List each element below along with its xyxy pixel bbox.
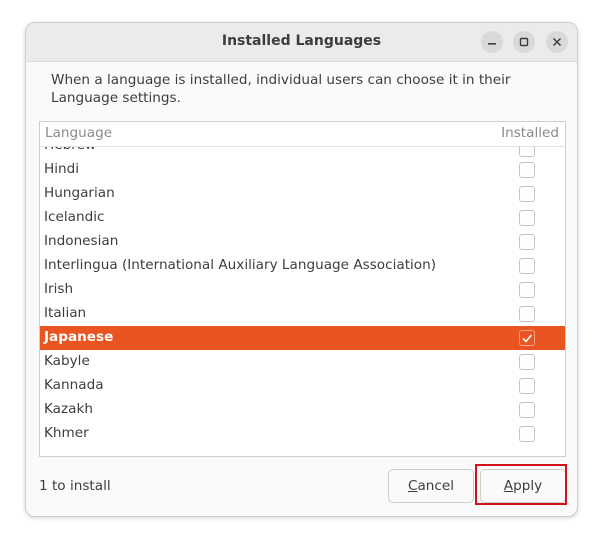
installed-checkbox[interactable] [519, 330, 535, 346]
language-row[interactable]: Indonesian [40, 230, 565, 254]
maximize-button[interactable] [513, 31, 535, 53]
language-name: Japanese [44, 329, 114, 345]
minimize-button[interactable] [481, 31, 503, 53]
language-row[interactable]: Hungarian [40, 182, 565, 206]
language-name: Hungarian [44, 185, 115, 201]
language-name: Kazakh [44, 401, 93, 417]
minimize-icon [488, 43, 496, 45]
close-icon [552, 37, 562, 47]
installed-checkbox[interactable] [519, 210, 535, 226]
language-row[interactable]: Khmer [40, 422, 565, 446]
language-name: Khmer [44, 425, 89, 441]
column-header-language[interactable]: Language [45, 125, 112, 141]
language-name: Italian [44, 305, 87, 321]
installed-checkbox[interactable] [519, 378, 535, 394]
title-bar: Installed Languages [26, 23, 577, 62]
cancel-label: ancel [417, 478, 455, 494]
dialog-description: When a language is installed, individual… [51, 72, 511, 106]
language-name: Kabyle [44, 353, 90, 369]
installed-languages-dialog: Installed Languages When a language is i… [25, 22, 578, 517]
language-name: Indonesian [44, 233, 119, 249]
close-button[interactable] [546, 31, 568, 53]
installed-checkbox[interactable] [519, 426, 535, 442]
apply-highlight-outline [475, 464, 567, 505]
cancel-button[interactable]: Cancel [388, 469, 474, 503]
installed-checkbox[interactable] [519, 186, 535, 202]
language-row[interactable]: Interlingua (International Auxiliary Lan… [40, 254, 565, 278]
installed-checkbox[interactable] [519, 402, 535, 418]
language-list[interactable]: HebrewHindiHungarianIcelandicIndonesianI… [39, 121, 566, 457]
installed-checkbox[interactable] [519, 234, 535, 250]
language-name: Kannada [44, 377, 104, 393]
language-row[interactable]: Japanese [40, 326, 565, 350]
maximize-icon [519, 37, 529, 47]
language-row[interactable]: Kabyle [40, 350, 565, 374]
language-row[interactable]: Irish [40, 278, 565, 302]
language-name: Icelandic [44, 209, 105, 225]
language-rows: HebrewHindiHungarianIcelandicIndonesianI… [40, 137, 565, 446]
installed-checkbox[interactable] [519, 306, 535, 322]
language-row[interactable]: Icelandic [40, 206, 565, 230]
language-name: Interlingua (International Auxiliary Lan… [44, 257, 437, 273]
language-name: Hindi [44, 161, 80, 177]
list-header: Language Installed [40, 122, 565, 147]
install-count-status: 1 to install [39, 478, 111, 494]
installed-checkbox[interactable] [519, 354, 535, 370]
language-row[interactable]: Italian [40, 302, 565, 326]
installed-checkbox[interactable] [519, 162, 535, 178]
language-row[interactable]: Hindi [40, 158, 565, 182]
language-name: Irish [44, 281, 74, 297]
installed-checkbox[interactable] [519, 282, 535, 298]
column-header-installed[interactable]: Installed [501, 125, 559, 141]
installed-checkbox[interactable] [519, 258, 535, 274]
language-row[interactable]: Kannada [40, 374, 565, 398]
checkmark-icon [522, 334, 533, 343]
language-row[interactable]: Kazakh [40, 398, 565, 422]
